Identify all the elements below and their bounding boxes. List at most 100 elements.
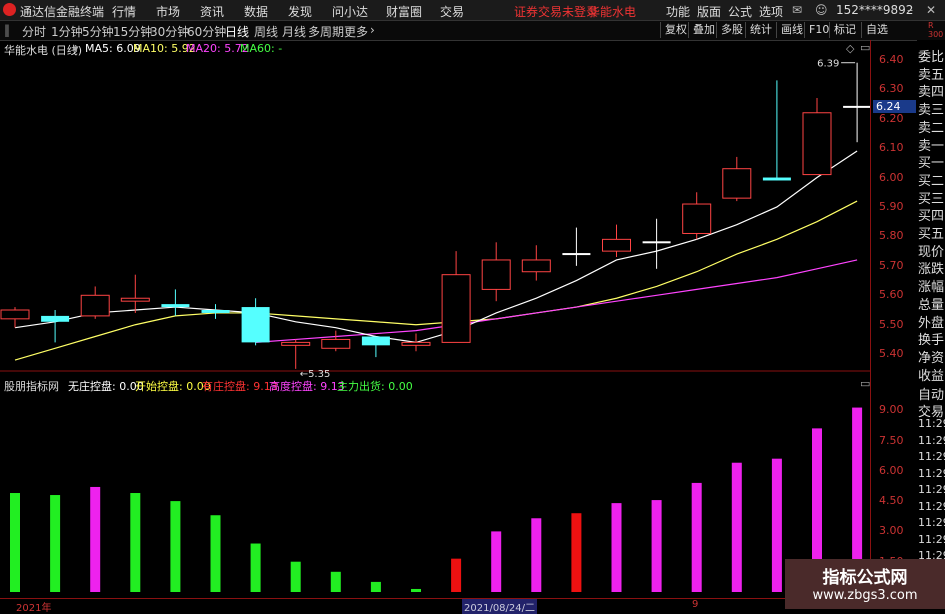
high-price-label: 6.39	[817, 59, 839, 70]
tool-tongji[interactable]: 统计	[745, 22, 776, 38]
sub-label-youzhuang: 有庄控盘: 9.13	[202, 380, 278, 393]
candle-body	[762, 177, 791, 181]
period-multi[interactable]: 多周期	[308, 23, 344, 40]
indicator-bar	[611, 503, 622, 592]
watermark-banner: 指标公式网 www.zbgs3.com	[785, 559, 945, 609]
indicator-bar	[571, 513, 582, 592]
close-icon[interactable]: ✕	[926, 3, 936, 17]
period-5min[interactable]: 5分钟	[82, 23, 114, 40]
period-60min[interactable]: 60分钟	[187, 23, 226, 40]
period-more[interactable]: 更多	[344, 23, 368, 40]
ma60-label: MA60: -	[240, 42, 283, 55]
sub-label-chuhuo: 主力出货: 0.00	[337, 380, 413, 393]
candle-body	[321, 338, 351, 349]
minimize-icon[interactable]: –	[907, 3, 913, 17]
tool-biaoji[interactable]: 标记	[829, 22, 860, 38]
period-fenshi[interactable]: 分时	[22, 23, 46, 40]
side-panel-item: 11:29	[918, 433, 945, 447]
trade-login-warning[interactable]: 证券交易未登录	[514, 3, 598, 20]
price-tick: 5.40	[879, 347, 904, 361]
side-panel-item: 11:29	[918, 516, 945, 529]
chevron-right-icon[interactable]: ›	[370, 23, 375, 37]
time-axis-cursor-date: 2021/08/24/二	[462, 599, 538, 614]
menu-jiaoyi[interactable]: 交易	[440, 3, 464, 20]
collapse-indicator[interactable]: R 300	[928, 21, 943, 39]
ma-toggle-icon[interactable]: ▾	[73, 42, 79, 55]
side-panel-item: 买三	[918, 191, 945, 207]
menu-shuju[interactable]: 数据	[244, 3, 268, 20]
side-panel-item: 卖一	[918, 138, 945, 154]
tool-fuquan[interactable]: 复权	[660, 22, 691, 38]
candle-body	[642, 241, 671, 244]
candle-body	[441, 274, 471, 343]
user-icon[interactable]: ☺	[815, 3, 828, 17]
diamond-icon[interactable]: ◇	[846, 42, 854, 55]
side-panel-item: 11:29	[918, 466, 945, 480]
tool-huaxian[interactable]: 画线	[776, 22, 807, 38]
tool-diejia[interactable]: 叠加	[688, 22, 719, 38]
menu-shichang[interactable]: 市场	[156, 3, 180, 20]
side-panel-item: 买四	[918, 209, 945, 225]
indicator-bar	[50, 495, 61, 592]
sidebar-toggle-icon[interactable]: ‖	[4, 23, 10, 37]
indicator-bar	[491, 531, 502, 592]
period-weekly[interactable]: 周线	[254, 23, 278, 40]
side-panel-item: 卖三	[918, 103, 945, 119]
menu-hangqing[interactable]: 行情	[112, 3, 136, 20]
price-tick: 6.40	[879, 52, 904, 66]
period-1min[interactable]: 1分钟	[51, 23, 83, 40]
side-panel-item: 现价	[918, 244, 945, 260]
indicator-bar	[90, 486, 101, 592]
side-panel-item: 11:29	[918, 532, 945, 546]
account-id: 152****9892	[836, 3, 914, 17]
candle-body	[201, 310, 230, 313]
side-panel-item: 买一	[918, 156, 945, 172]
period-15min[interactable]: 15分钟	[113, 23, 152, 40]
chart-area[interactable]: 6.39 ←5.35 华能水电 (日线) ▾ MA5: 6.09 MA10: 5.…	[0, 40, 872, 598]
stock-name-top: 华能水电	[588, 5, 637, 19]
period-monthly[interactable]: 月线	[282, 23, 306, 40]
menu-wenxiaoda[interactable]: 问小达	[332, 3, 368, 20]
tool-zixuan[interactable]: 自选	[861, 22, 892, 38]
indicator-bar	[170, 501, 181, 592]
mail-icon[interactable]: ✉	[792, 3, 802, 17]
side-panel-item: 买五	[918, 227, 945, 242]
menu-xuanxiang[interactable]: 选项	[759, 3, 783, 20]
side-panel-item: 总量	[918, 297, 945, 313]
side-panel-item: 收益	[918, 368, 945, 384]
app-logo-icon	[3, 3, 16, 16]
menu-gongneng[interactable]: 功能	[666, 3, 690, 20]
side-panel-item: 净资	[918, 350, 945, 366]
indicator-bar	[411, 588, 421, 592]
price-tick: 6.10	[879, 141, 904, 155]
window-icon[interactable]: ▭	[860, 41, 870, 54]
indicator-bar	[210, 515, 221, 592]
sub-window-icon[interactable]: ▭	[860, 377, 870, 390]
tool-duogu[interactable]: 多股	[716, 22, 747, 38]
period-toolbar: ‖ 分时 1分钟 5分钟 15分钟 30分钟 60分钟 日线 周线 月线 多周期…	[0, 21, 945, 41]
candle-body	[41, 315, 70, 322]
indicator-bar	[531, 518, 542, 592]
menu-caifuquan[interactable]: 财富圈	[386, 3, 422, 20]
price-tick: 5.70	[879, 258, 904, 272]
candle-body	[0, 309, 30, 320]
side-panel-item: 卖四	[918, 85, 945, 101]
side-panel-item: 卖二	[918, 120, 945, 136]
period-daily[interactable]: 日线	[225, 23, 249, 40]
main-chart-title: 华能水电 (日线)	[4, 44, 83, 57]
period-30min[interactable]: 30分钟	[150, 23, 189, 40]
candle-body	[682, 203, 712, 234]
menu-banmian[interactable]: 版面	[697, 3, 721, 20]
menu-faxian[interactable]: 发现	[288, 3, 312, 20]
candle-body	[602, 238, 631, 252]
price-tick: 5.50	[879, 317, 904, 331]
indicator-bar	[290, 561, 301, 592]
watermark-url: www.zbgs3.com	[812, 588, 918, 603]
menu-zixun[interactable]: 资讯	[200, 3, 224, 20]
price-axis: 6.40 6.30 6.20 6.10 6.00 5.90 5.80 5.70 5.60 5.50…	[870, 40, 917, 598]
indicator-bar	[651, 500, 662, 592]
candle-body	[521, 259, 551, 273]
menu-gongshi[interactable]: 公式	[728, 3, 752, 20]
indicator-bar	[691, 482, 702, 592]
kline-chart-svg[interactable]: 6.39←5.35	[0, 40, 872, 598]
